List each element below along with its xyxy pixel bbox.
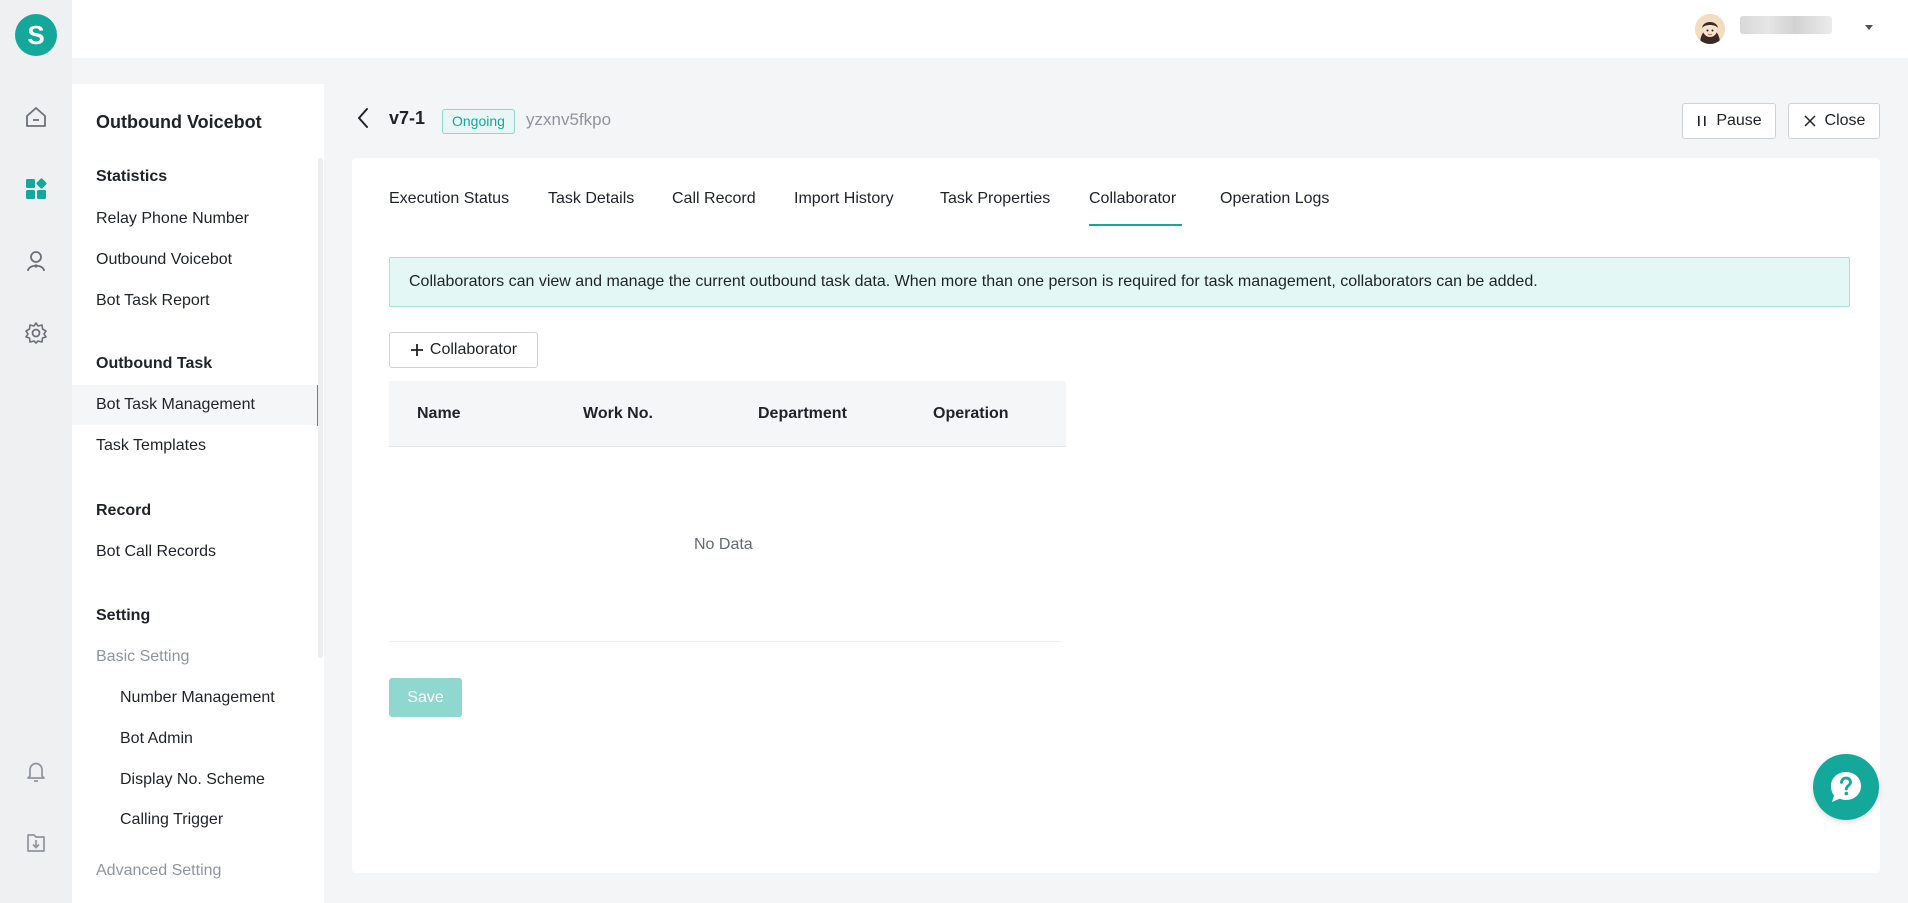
contact-icon[interactable]: [23, 248, 49, 274]
sidebar-item-bot-task-report[interactable]: Bot Task Report: [72, 281, 318, 321]
sidebar-item-display-no-scheme[interactable]: Display No. Scheme: [72, 760, 318, 800]
pause-button[interactable]: Pause: [1682, 103, 1776, 139]
add-collaborator-label: Collaborator: [429, 341, 518, 358]
settings-icon[interactable]: [23, 320, 49, 346]
sidebar-group-outbound-task: Outbound Task: [96, 355, 213, 372]
bell-icon[interactable]: [23, 758, 49, 784]
column-header-operation: Operation: [933, 405, 1009, 422]
sidebar-item-calling-trigger[interactable]: Calling Trigger: [72, 800, 318, 840]
pause-icon: [1698, 116, 1706, 126]
sidebar-item-bot-call-records[interactable]: Bot Call Records: [72, 532, 318, 572]
sidebar-item-advanced-setting[interactable]: Advanced Setting: [72, 851, 318, 891]
close-label: Close: [1824, 112, 1866, 129]
avatar[interactable]: [1695, 14, 1725, 44]
sidebar-item-relay-phone-number[interactable]: Relay Phone Number: [72, 199, 318, 239]
sidebar-item-number-management[interactable]: Number Management: [72, 678, 318, 718]
avatar-image-icon: [1695, 14, 1725, 44]
close-icon: [1804, 115, 1816, 127]
home-icon[interactable]: [23, 104, 49, 130]
plus-icon: [410, 344, 423, 356]
help-chat-button[interactable]: [1813, 754, 1879, 820]
sidebar-group-record: Record: [96, 502, 152, 519]
app-logo[interactable]: S: [15, 14, 57, 56]
user-name-blurred[interactable]: [1740, 16, 1832, 34]
task-title: v7-1: [389, 108, 426, 128]
tab-collaborator[interactable]: Collaborator: [1089, 190, 1176, 208]
icon-rail: S: [0, 0, 72, 903]
sidebar-item-bot-task-management[interactable]: Bot Task Management: [72, 385, 318, 425]
column-header-department: Department: [758, 405, 847, 422]
status-badge: Ongoing: [442, 109, 515, 134]
column-header-work-no: Work No.: [583, 405, 653, 422]
save-button[interactable]: Save: [389, 678, 462, 717]
back-arrow-icon[interactable]: [354, 106, 374, 130]
sidebar-item-task-templates[interactable]: Task Templates: [72, 426, 318, 466]
tab-task-properties[interactable]: Task Properties: [940, 190, 1050, 208]
collaborator-notice: Collaborators can view and manage the cu…: [389, 257, 1850, 307]
table-bottom-divider: [389, 641, 1061, 642]
sidebar-group-statistics: Statistics: [96, 168, 168, 185]
top-bar: [72, 0, 1908, 58]
sidebar-scrollbar[interactable]: [318, 158, 323, 658]
task-code: yzxnv5fkpo: [526, 110, 612, 129]
help-chat-icon: [1831, 772, 1861, 802]
add-collaborator-button[interactable]: Collaborator: [389, 332, 538, 368]
table-empty-text: No Data: [694, 536, 753, 553]
caret-down-icon[interactable]: [1862, 20, 1876, 34]
logo-s-icon: S: [27, 20, 44, 50]
apps-icon[interactable]: [23, 176, 49, 202]
sidebar-item-bot-admin[interactable]: Bot Admin: [72, 719, 318, 759]
column-header-name: Name: [417, 405, 461, 422]
tab-execution-status[interactable]: Execution Status: [389, 190, 509, 208]
module-sidebar: Outbound Voicebot Statistics Relay Phone…: [72, 84, 324, 903]
pause-label: Pause: [1716, 112, 1762, 129]
tab-import-history[interactable]: Import History: [794, 190, 894, 208]
sidebar-item-basic-setting[interactable]: Basic Setting: [72, 637, 318, 677]
tab-operation-logs[interactable]: Operation Logs: [1220, 190, 1329, 208]
svg-text:S: S: [27, 20, 44, 50]
close-button[interactable]: Close: [1788, 103, 1880, 139]
active-tab-underline: [1089, 224, 1182, 226]
tab-task-details[interactable]: Task Details: [548, 190, 634, 208]
sidebar-title: Outbound Voicebot: [96, 112, 262, 132]
sidebar-item-outbound-voicebot[interactable]: Outbound Voicebot: [72, 240, 318, 280]
collaborator-table-header: Name Work No. Department Operation: [389, 381, 1066, 447]
sidebar-group-setting: Setting: [96, 607, 151, 624]
tab-call-record[interactable]: Call Record: [672, 190, 756, 208]
download-icon[interactable]: [23, 830, 49, 856]
